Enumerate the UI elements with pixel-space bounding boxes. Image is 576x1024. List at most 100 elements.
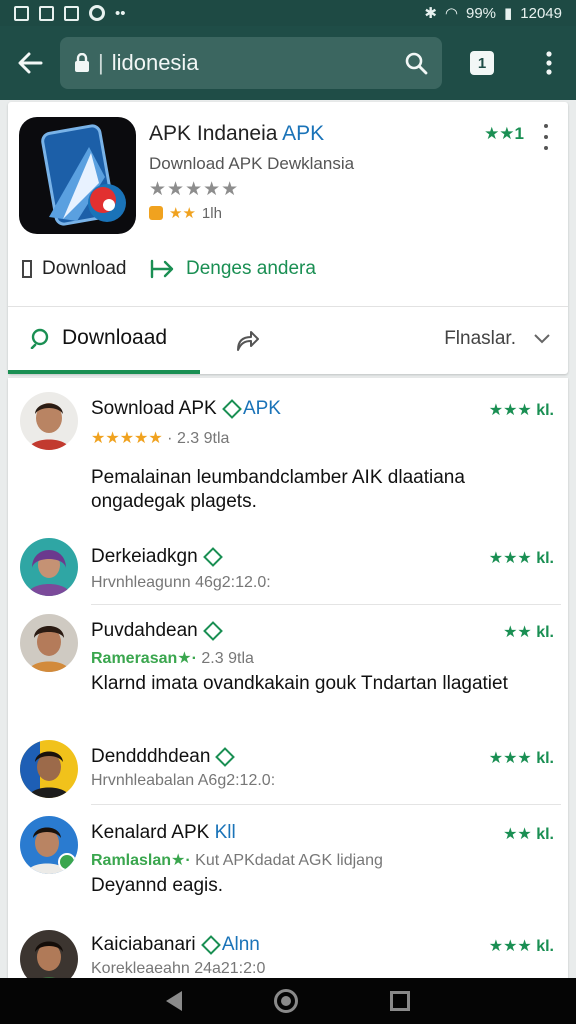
review-meta: Hrvnhleagunn 46g2:12.0: (91, 574, 271, 592)
review-meta-text: Hrvnhleagunn 46g2:12.0: (91, 574, 271, 591)
reviewer-name-text: Kaiciabanari (91, 934, 196, 955)
review-meta: ★★★★★ · 2.3 9tla (91, 428, 229, 448)
share-icon (237, 331, 259, 351)
reviewer-name-accent: Alnn (221, 934, 260, 955)
download-label: Download (42, 258, 127, 279)
battery-text: 99% (465, 4, 497, 22)
secondary-action-label: Denges andera (186, 258, 316, 279)
tabs-button[interactable]: 1 (442, 26, 522, 100)
bluetooth-icon: ✱ (424, 5, 437, 22)
active-tab-indicator (8, 370, 200, 374)
review-rating: ★★★ kl. (488, 550, 554, 567)
app-subtitle: Download APK Dewklansia (149, 154, 355, 173)
lock-icon (75, 53, 89, 72)
avatar (20, 392, 78, 450)
filter-label: Flnaslar. (444, 328, 516, 349)
review-meta-text: Korekleaeahn 24a21:2:0 (91, 960, 266, 977)
battery-icon: ▮ (504, 5, 513, 22)
review-meta-text: 2.3 9tla (201, 650, 254, 667)
review-rating: ★★★ kl. (488, 402, 554, 419)
divider (91, 804, 561, 805)
app-title-text: APK Indaneia (149, 122, 278, 145)
phone-outline-icon (22, 260, 32, 278)
reviewer-name-text: Dendddhdean (91, 746, 211, 767)
more-vert-icon (546, 51, 552, 75)
reviewer-name: Derkeiadkgn (91, 546, 223, 568)
review-meta-text: · 2.3 9tla (167, 430, 230, 447)
review-stars: ★★★★★ (91, 430, 163, 447)
phone-logo-icon (41, 124, 126, 226)
reviewer-name-text: Sownload APK (91, 398, 217, 419)
reviewer-name: Sownload APK APK (91, 398, 281, 420)
reviewer-name-accent: Kll (214, 822, 236, 843)
download-button[interactable]: Download (22, 258, 127, 280)
app-title: APK Indaneia APK (149, 122, 324, 146)
photo-notification-icon (64, 5, 79, 21)
divider (8, 306, 568, 307)
review-list: Sownload APK APK ★★★★★ · 2.3 9tla Pemala… (8, 378, 568, 978)
secondary-action-button[interactable]: Denges andera (150, 258, 316, 280)
chevron-down-icon (534, 334, 550, 344)
small-stars-icon: ★★ (169, 205, 196, 222)
tab-count: 1 (470, 51, 494, 75)
sync-notification-icon (89, 5, 105, 21)
review-text: Klarnd imata ovandkakain gouk Tndartan l… (91, 673, 508, 694)
review-badge: Ramerasan★· (91, 650, 197, 667)
nav-back-icon[interactable] (166, 991, 182, 1011)
avatar (20, 930, 78, 978)
tab-download-label: Downloaad (62, 326, 168, 349)
award-icon (149, 206, 163, 220)
review-meta: Ramlaslan★· Kut APKdadat AGK lidjang (91, 850, 383, 870)
more-notifications-icon: •• (115, 4, 126, 22)
review-rating: ★★ kl. (503, 624, 554, 641)
url-text[interactable]: lidonesia (112, 50, 404, 76)
app-more-button[interactable] (538, 124, 554, 150)
app-rating-badge: ★★1 (484, 124, 524, 143)
reviewer-name: Puvdahdean (91, 620, 223, 642)
address-bar[interactable]: | lidonesia (60, 37, 442, 89)
avatar (20, 614, 78, 672)
review-meta-text: Hrvnhleabalan A6g2:12.0: (91, 772, 276, 789)
app-card: APK Indaneia APK Download APK Dewklansia… (8, 102, 568, 374)
app-star-rating: ★★★★★ (149, 179, 240, 200)
avatar (20, 740, 78, 798)
share-button[interactable] (234, 328, 260, 359)
divider (91, 604, 561, 605)
app-installs: ★★ 1lh (149, 204, 222, 222)
wifi-icon: ◠ (444, 5, 458, 22)
review-text: Deyannd eagis. (91, 875, 224, 896)
review-meta-text: Kut APKdadat AGK lidjang (195, 852, 383, 869)
tab-download[interactable]: Downloaad (30, 326, 167, 350)
review-badge: Ramlaslan★· (91, 852, 191, 869)
reviewer-name-text: Derkeiadkgn (91, 546, 198, 567)
review-meta: Hrvnhleabalan A6g2:12.0: (91, 772, 275, 790)
notification-icons: •• (14, 5, 126, 22)
search-icon[interactable] (404, 51, 428, 75)
system-nav-bar (0, 978, 576, 1024)
review-meta: Ramerasan★· 2.3 9tla (91, 648, 254, 668)
verified-icon (215, 747, 236, 767)
nav-home-icon[interactable] (274, 989, 298, 1013)
back-button[interactable] (0, 26, 60, 100)
reviewer-name: Dendddhdean (91, 746, 236, 768)
avatar (20, 538, 78, 596)
review-meta: Korekleaeahn 24a21:2:0 (91, 960, 265, 978)
review-rating: ★★★ kl. (488, 750, 554, 767)
reviewer-name: Kenalard APK Kll (91, 822, 236, 844)
browser-toolbar: | lidonesia 1 (0, 26, 576, 100)
search-icon (30, 328, 49, 349)
avatar (20, 816, 78, 874)
dot (544, 124, 548, 128)
forward-arrow-icon (150, 259, 174, 279)
verified-icon (221, 399, 242, 419)
filter-dropdown[interactable]: Flnaslar. (444, 328, 550, 350)
review-text: Pemalainan leumbandclamber AIK dlaatiana… (91, 467, 465, 512)
app-icon[interactable] (19, 117, 136, 234)
verified-icon (200, 935, 221, 955)
overflow-menu-button[interactable] (522, 26, 576, 100)
back-arrow-icon (18, 52, 43, 74)
nav-recents-icon[interactable] (390, 991, 410, 1011)
gallery-notification-icon (39, 5, 54, 21)
reviewer-name-accent: APK (242, 398, 281, 419)
verified-icon (202, 547, 223, 567)
